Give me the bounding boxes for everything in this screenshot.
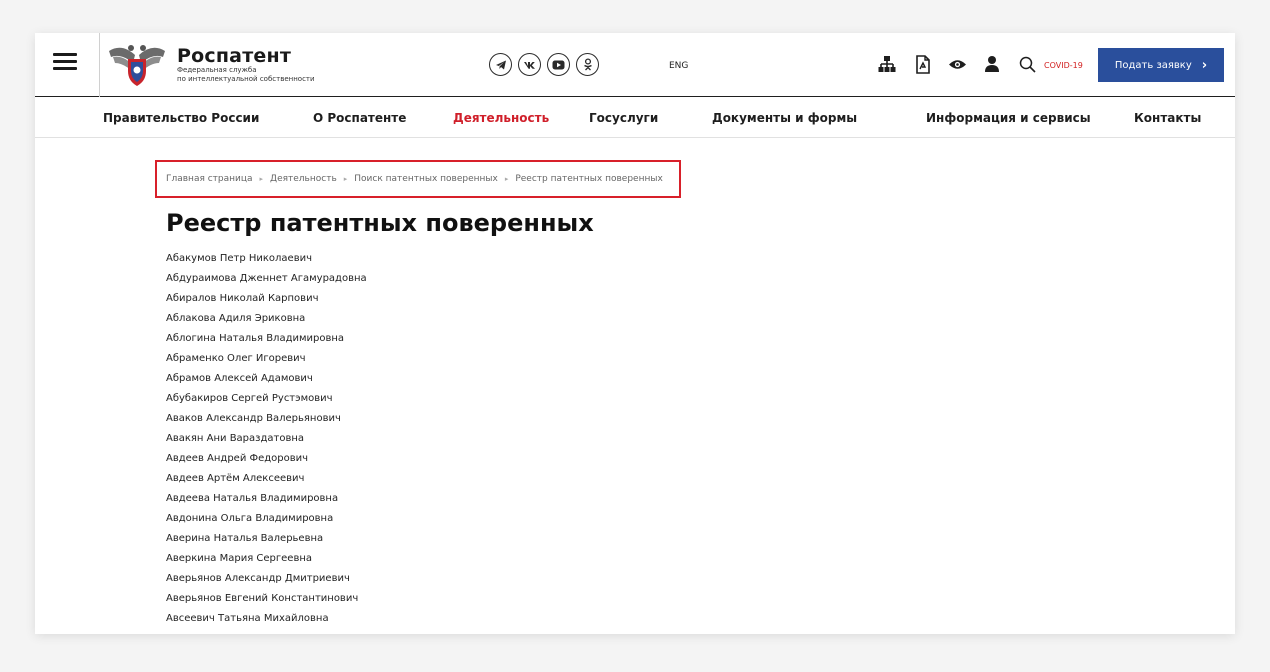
breadcrumb-current: Реестр патентных поверенных (515, 174, 663, 184)
user-icon[interactable] (982, 53, 1002, 75)
list-item[interactable]: Аблогина Наталья Владимировна (166, 332, 367, 352)
main-nav: Правительство России О Роспатенте Деятел… (35, 98, 1235, 138)
nav-item-about[interactable]: О Роспатенте (313, 111, 406, 125)
logo-title[interactable]: Роспатент (177, 45, 291, 67)
eye-icon[interactable] (947, 53, 967, 75)
breadcrumb-activity[interactable]: Деятельность (270, 174, 337, 184)
social-links (489, 53, 599, 76)
sitemap-icon[interactable] (877, 53, 897, 75)
list-item[interactable]: Авдеев Андрей Федорович (166, 452, 367, 472)
logo-subtitle-line-1: Федеральная служба (177, 66, 257, 74)
list-item[interactable]: Аверьянов Александр Дмитриевич (166, 572, 367, 592)
document-icon[interactable] (912, 53, 932, 75)
breadcrumb: Главная страница ▸ Деятельность ▸ Поиск … (155, 160, 681, 198)
menu-icon[interactable] (53, 53, 77, 73)
list-item[interactable]: Абубакиров Сергей Рустэмович (166, 392, 367, 412)
breadcrumb-separator-icon: ▸ (504, 175, 509, 183)
breadcrumb-separator-icon: ▸ (259, 175, 264, 183)
header-tools (877, 53, 1037, 75)
odnoklassniki-icon[interactable] (576, 53, 599, 76)
youtube-icon[interactable] (547, 53, 570, 76)
list-item[interactable]: Аверьянов Евгений Константинович (166, 592, 367, 612)
page-title: Реестр патентных поверенных (166, 209, 594, 237)
site-header: Роспатент Федеральная служба по интеллек… (35, 33, 1235, 97)
page-card: Роспатент Федеральная служба по интеллек… (35, 33, 1235, 634)
telegram-icon[interactable] (489, 53, 512, 76)
list-item[interactable]: Авдонина Ольга Владимировна (166, 512, 367, 532)
list-item[interactable]: Аваков Александр Валерьянович (166, 412, 367, 432)
nav-item-contacts[interactable]: Контакты (1134, 111, 1201, 125)
list-item[interactable]: Авсеевич Татьяна Михайловна (166, 612, 367, 632)
list-item[interactable]: Абиралов Николай Карпович (166, 292, 367, 312)
nav-item-gosuslugi[interactable]: Госуслуги (589, 111, 658, 125)
nav-item-government[interactable]: Правительство России (103, 111, 259, 125)
list-item[interactable]: Авдеева Наталья Владимировна (166, 492, 367, 512)
covid-link[interactable]: COVID-19 (1044, 61, 1083, 70)
list-item[interactable]: Абраменко Олег Игоревич (166, 352, 367, 372)
nav-item-activity[interactable]: Деятельность (453, 111, 549, 125)
logo-subtitle-line-2: по интеллектуальной собственности (177, 75, 315, 83)
nav-item-info-services[interactable]: Информация и сервисы (926, 111, 1091, 125)
search-icon[interactable] (1017, 53, 1037, 75)
list-item[interactable]: Аверкина Мария Сергеевна (166, 552, 367, 572)
list-item[interactable]: Абдураимова Дженнет Агамурадовна (166, 272, 367, 292)
breadcrumb-search[interactable]: Поиск патентных поверенных (354, 174, 498, 184)
apply-button[interactable]: Подать заявку › (1098, 48, 1224, 82)
nav-item-documents[interactable]: Документы и формы (712, 111, 857, 125)
list-item[interactable]: Абакумов Петр Николаевич (166, 252, 367, 272)
breadcrumb-separator-icon: ▸ (343, 175, 348, 183)
vk-icon[interactable] (518, 53, 541, 76)
attorney-list: Абакумов Петр Николаевич Абдураимова Джен… (166, 252, 367, 632)
list-item[interactable]: Авдеев Артём Алексеевич (166, 472, 367, 492)
chevron-right-icon: › (1201, 57, 1208, 73)
list-item[interactable]: Абрамов Алексей Адамович (166, 372, 367, 392)
apply-button-label: Подать заявку (1114, 59, 1192, 71)
list-item[interactable]: Авакян Ани Вараздатовна (166, 432, 367, 452)
breadcrumb-home[interactable]: Главная страница (166, 174, 253, 184)
header-divider (99, 33, 100, 97)
list-item[interactable]: Аблакова Адиля Эриковна (166, 312, 367, 332)
language-switch[interactable]: ENG (669, 61, 688, 71)
emblem-logo[interactable] (107, 41, 167, 89)
list-item[interactable]: Аверина Наталья Валерьевна (166, 532, 367, 552)
